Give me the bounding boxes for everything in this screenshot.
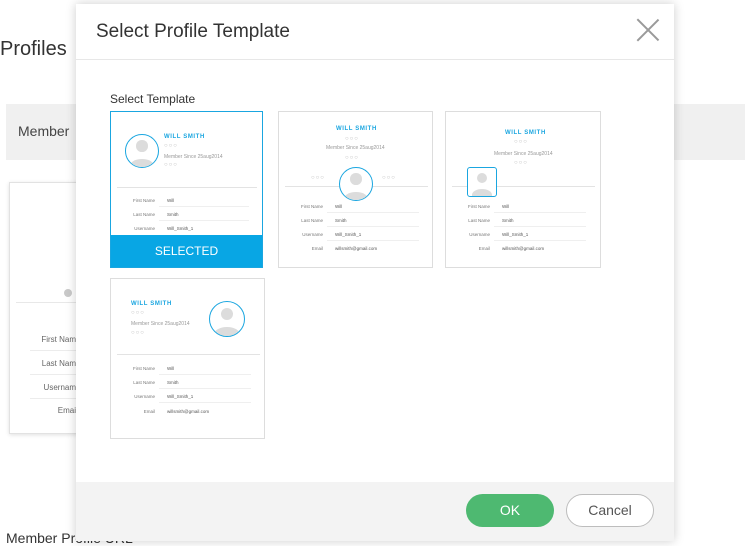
member-since: Member Since 25aug2014 xyxy=(131,321,190,327)
divider xyxy=(494,226,586,227)
field-value: Will xyxy=(335,204,343,209)
template-card-3[interactable]: WILL SMITH ○○○ Member Since 25aug2014 ○○… xyxy=(445,111,601,268)
divider xyxy=(327,240,419,241)
field-label: Username xyxy=(469,232,490,237)
field-value: Will_Smith_1 xyxy=(502,232,529,237)
social-dots: ○○○ xyxy=(164,162,178,168)
avatar-icon xyxy=(125,134,159,168)
social-dots: ○○○ xyxy=(311,175,325,181)
email-label: Emai xyxy=(57,406,76,415)
template-name: WILL SMITH xyxy=(505,130,546,136)
divider xyxy=(159,206,249,207)
field-value: Smith xyxy=(335,218,347,223)
social-dots: ○○○ xyxy=(514,139,528,145)
divider xyxy=(494,240,586,241)
field-value: Smith xyxy=(167,380,179,385)
dialog-title: Select Profile Template xyxy=(96,21,290,42)
field-label: Last Name xyxy=(133,212,155,217)
social-dots: ○○○ xyxy=(131,330,145,336)
field-label: Email xyxy=(143,409,155,414)
field-value: Will xyxy=(167,198,175,203)
cancel-button[interactable]: Cancel xyxy=(566,494,654,527)
template-name: WILL SMITH xyxy=(131,301,172,307)
template-card-2[interactable]: WILL SMITH ○○○ Member Since 25aug2014 ○○… xyxy=(278,111,433,268)
member-since: Member Since 25aug2014 xyxy=(164,154,223,160)
selected-badge: SELECTED xyxy=(111,235,262,267)
template-name: WILL SMITH xyxy=(336,126,377,132)
member-since: Member Since 25aug2014 xyxy=(494,151,553,157)
member-since: Member Since 25aug2014 xyxy=(326,145,385,151)
field-label: Last Name xyxy=(301,218,323,223)
field-value: willsmith@gmail.com xyxy=(502,246,545,251)
field-label: Username xyxy=(134,226,155,231)
first-name-label: First Nam xyxy=(41,335,76,344)
template-card-4[interactable]: WILL SMITH ○○○ Member Since 25aug2014 ○○… xyxy=(110,278,265,439)
field-value: Will xyxy=(502,204,510,209)
page-title: Profiles xyxy=(0,38,67,60)
social-dots: ○○○ xyxy=(131,310,145,316)
template-card-1[interactable]: WILL SMITH ○○○ Member Since 25aug2014 ○○… xyxy=(110,111,263,268)
field-value: Smith xyxy=(502,218,514,223)
avatar-icon xyxy=(339,167,373,201)
divider xyxy=(327,212,419,213)
divider xyxy=(117,187,257,188)
field-value: Will xyxy=(167,366,175,371)
ok-button[interactable]: OK xyxy=(466,494,554,527)
info-icon xyxy=(64,289,72,297)
social-dots: ○○○ xyxy=(345,136,359,142)
field-value: Will_Smith_1 xyxy=(335,232,362,237)
social-dots: ○○○ xyxy=(345,155,359,161)
field-label: Email xyxy=(311,246,323,251)
section-label: Select Template xyxy=(110,92,196,106)
divider xyxy=(159,374,251,375)
field-label: First Name xyxy=(132,366,155,371)
divider xyxy=(159,388,251,389)
divider xyxy=(494,212,586,213)
last-name-label: Last Nam xyxy=(41,359,76,368)
close-icon[interactable] xyxy=(634,16,662,44)
field-label: Last Name xyxy=(133,380,155,385)
field-label: First Name xyxy=(467,204,490,209)
social-dots: ○○○ xyxy=(514,160,528,166)
social-dots: ○○○ xyxy=(164,143,178,149)
field-value: Will_Smith_1 xyxy=(167,394,194,399)
divider xyxy=(117,354,260,355)
field-label: Email xyxy=(478,246,490,251)
field-label: Username xyxy=(302,232,323,237)
avatar-icon xyxy=(467,167,497,197)
field-value: Smith xyxy=(167,212,179,217)
field-value: willsmith@gmail.com xyxy=(167,409,210,414)
divider xyxy=(159,220,249,221)
select-template-dialog: Select Profile Template Select Template … xyxy=(76,4,674,541)
field-label: Last Name xyxy=(468,218,490,223)
field-label: First Name xyxy=(300,204,323,209)
template-name: WILL SMITH xyxy=(164,134,205,140)
divider xyxy=(327,226,419,227)
username-label: Usernam xyxy=(43,383,76,392)
avatar-icon xyxy=(209,301,245,337)
field-value: willsmith@gmail.com xyxy=(335,246,378,251)
social-dots: ○○○ xyxy=(382,175,396,181)
divider xyxy=(159,402,251,403)
dialog-header: Select Profile Template xyxy=(76,4,674,60)
field-label: Username xyxy=(134,394,155,399)
field-label: First Name xyxy=(132,198,155,203)
member-band-label: Member xyxy=(18,123,70,139)
field-value: Will_Smith_1 xyxy=(167,226,194,231)
